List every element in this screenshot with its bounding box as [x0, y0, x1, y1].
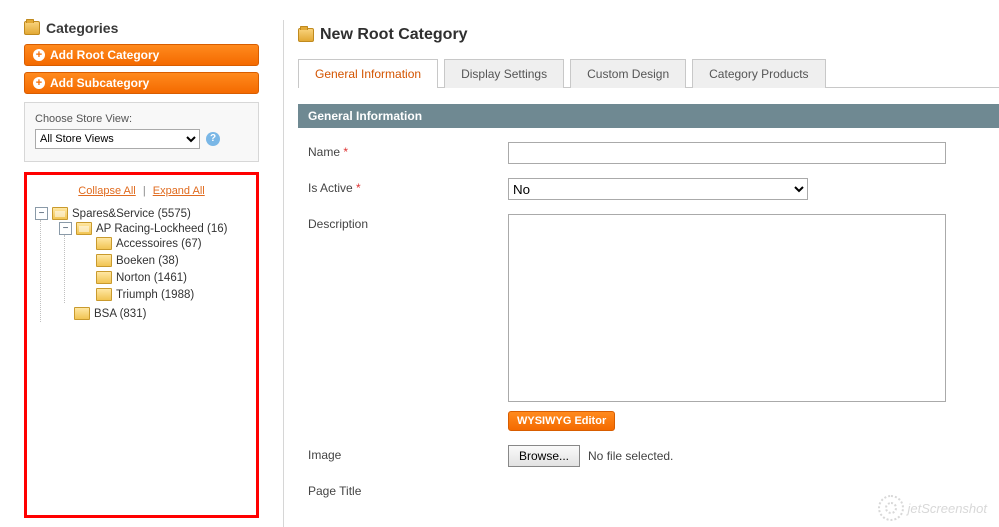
help-icon[interactable]: ? [206, 132, 220, 146]
tree-node-label: Spares&Service (5575) [72, 208, 191, 220]
collapse-icon[interactable]: − [59, 222, 72, 235]
tab-custom-design[interactable]: Custom Design [570, 59, 686, 88]
tree-node-label: BSA (831) [94, 308, 146, 320]
folder-icon [24, 21, 40, 35]
image-file-status: No file selected. [588, 449, 673, 463]
tab-bar: General Information Display Settings Cus… [298, 58, 999, 88]
category-tree: − Spares&Service (5575) − AP Racing-Lock… [35, 205, 248, 324]
add-root-category-button[interactable]: + Add Root Category [24, 44, 259, 66]
tree-elbow [81, 272, 92, 283]
plus-icon: + [33, 77, 45, 89]
expand-all-link[interactable]: Expand All [153, 185, 205, 197]
tab-category-products[interactable]: Category Products [692, 59, 825, 88]
wysiwyg-editor-button[interactable]: WYSIWYG Editor [508, 411, 615, 431]
name-label: Name [308, 145, 340, 159]
tree-node[interactable]: Boeken (38) [81, 254, 248, 267]
categories-heading: Categories [24, 20, 259, 36]
wysiwyg-editor-label: WYSIWYG Editor [517, 415, 606, 427]
folder-icon [96, 271, 112, 284]
tree-elbow [81, 238, 92, 249]
tree-node[interactable]: Accessoires (67) [81, 237, 248, 250]
tab-general-information[interactable]: General Information [298, 59, 438, 88]
required-marker: * [343, 145, 348, 159]
page-title: New Root Category [320, 26, 468, 44]
tree-node-label: Accessoires (67) [116, 238, 202, 250]
tree-node-label: Norton (1461) [116, 272, 187, 284]
image-label: Image [308, 448, 341, 462]
tree-node[interactable]: − AP Racing-Lockheed (16) [59, 222, 248, 235]
tree-node[interactable]: Norton (1461) [81, 271, 248, 284]
tree-node-label: Triumph (1988) [116, 289, 194, 301]
add-subcategory-label: Add Subcategory [50, 76, 149, 90]
store-view-box: Choose Store View: All Store Views ? [24, 102, 259, 162]
folder-icon [96, 237, 112, 250]
add-root-category-label: Add Root Category [50, 48, 159, 62]
separator: | [143, 185, 146, 197]
collapse-icon[interactable]: − [35, 207, 48, 220]
folder-open-icon [76, 222, 92, 235]
section-heading: General Information [298, 104, 999, 128]
categories-heading-text: Categories [46, 20, 118, 36]
tree-elbow [81, 255, 92, 266]
tree-node-label: Boeken (38) [116, 255, 179, 267]
tree-node-root[interactable]: − Spares&Service (5575) [35, 207, 248, 220]
required-marker: * [356, 181, 361, 195]
description-field[interactable] [508, 214, 946, 402]
tree-node-label: AP Racing-Lockheed (16) [96, 223, 227, 235]
store-view-label: Choose Store View: [35, 113, 248, 125]
folder-icon [298, 28, 314, 42]
image-browse-button[interactable]: Browse... [508, 445, 580, 467]
tab-display-settings[interactable]: Display Settings [444, 59, 564, 88]
category-tree-panel: Collapse All | Expand All − Spares&Servi… [24, 172, 259, 518]
folder-icon [96, 288, 112, 301]
is-active-label: Is Active [308, 181, 353, 195]
collapse-all-link[interactable]: Collapse All [78, 185, 135, 197]
tree-node[interactable]: BSA (831) [59, 307, 248, 320]
tree-elbow [81, 289, 92, 300]
folder-icon [96, 254, 112, 267]
description-label: Description [308, 217, 368, 231]
folder-icon [74, 307, 90, 320]
tree-elbow [59, 308, 70, 319]
folder-open-icon [52, 207, 68, 220]
tree-node[interactable]: Triumph (1988) [81, 288, 248, 301]
name-field[interactable] [508, 142, 946, 164]
plus-icon: + [33, 49, 45, 61]
page-title-label: Page Title [308, 484, 361, 498]
is-active-select[interactable]: No [508, 178, 808, 200]
add-subcategory-button[interactable]: + Add Subcategory [24, 72, 259, 94]
store-view-select[interactable]: All Store Views [35, 129, 200, 149]
